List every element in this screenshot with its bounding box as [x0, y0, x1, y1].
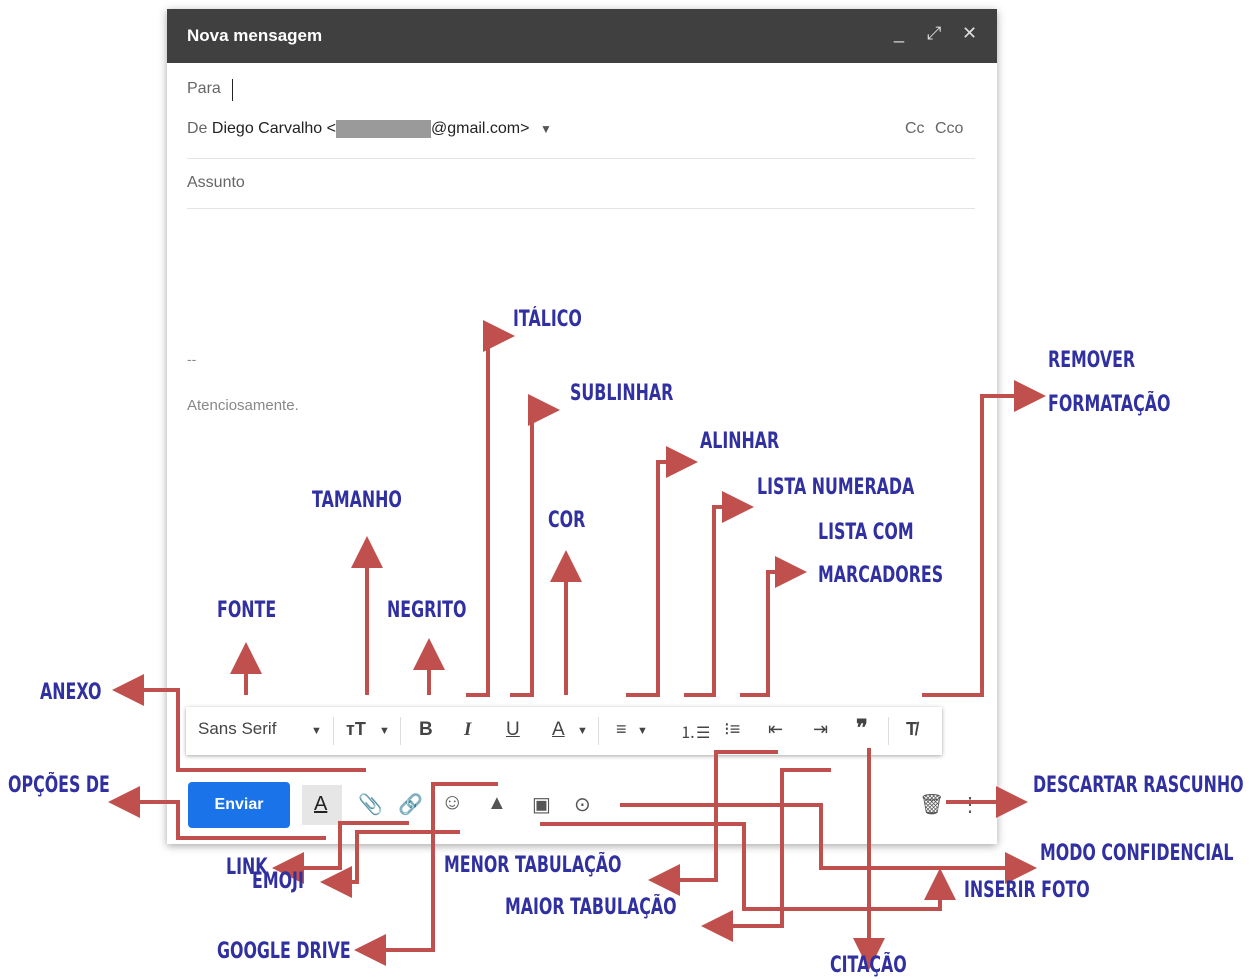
label-lista-com-1: LISTA COM: [818, 520, 914, 545]
label-modo: MODO CONFIDENCIAL: [1040, 841, 1234, 866]
label-alinhar: ALINHAR: [700, 429, 780, 454]
label-remover-2: FORMATAÇÃO: [1048, 392, 1171, 417]
label-opcoes: OPÇÕES DE: [8, 773, 110, 798]
label-italico: ITÁLICO: [513, 307, 582, 332]
label-inserir: INSERIR FOTO: [964, 878, 1090, 903]
label-fonte: FONTE: [217, 598, 277, 623]
label-descartar: DESCARTAR RASCUNHO: [1033, 773, 1244, 798]
label-lista-com-2: MARCADORES: [818, 563, 944, 588]
label-citacao: CITAÇÃO: [830, 953, 907, 978]
label-remover-1: REMOVER: [1048, 348, 1136, 373]
label-anexo: ANEXO: [40, 680, 102, 705]
label-sublinhar: SUBLINHAR: [570, 381, 674, 406]
label-menor: MENOR TABULAÇÃO: [444, 853, 622, 878]
label-lista-numerada: LISTA NUMERADA: [757, 475, 915, 500]
label-emoji: EMOJI: [252, 869, 304, 894]
label-negrito: NEGRITO: [387, 598, 467, 623]
label-tamanho: TAMANHO: [312, 488, 402, 513]
annotation-arrows: [108, 320, 1046, 970]
label-maior: MAIOR TABULAÇÃO: [505, 895, 677, 920]
label-cor: COR: [548, 508, 586, 533]
label-google-drive: GOOGLE DRIVE: [217, 939, 351, 964]
